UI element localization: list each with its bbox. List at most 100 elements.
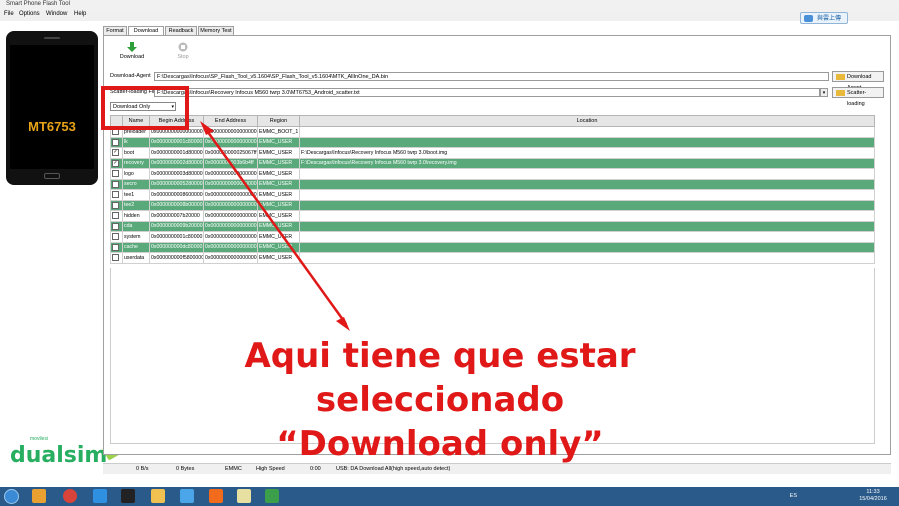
cloud-app-icon[interactable] bbox=[180, 489, 194, 503]
table-row[interactable]: ✓ boot 0x0000000001d80000 0x000000000025067… bbox=[110, 147, 875, 159]
row-checkbox-cell[interactable] bbox=[110, 241, 123, 253]
cell-end-address: 0x0000000000000000 bbox=[203, 199, 258, 211]
row-checkbox-cell[interactable]: ✓ bbox=[110, 157, 123, 169]
terminal-icon[interactable] bbox=[121, 489, 135, 503]
table-row[interactable]: cache 0x000000000dc80000 0x000000000000000… bbox=[110, 241, 875, 253]
cell-begin-address: 0x0000000001c80000 bbox=[149, 136, 204, 148]
cell-region: EMMC_USER bbox=[257, 199, 300, 211]
row-checkbox-cell[interactable] bbox=[110, 178, 123, 190]
table-row[interactable]: lk 0x0000000001c80000 0x0000000000000000 EM… bbox=[110, 136, 875, 148]
checkbox-icon[interactable] bbox=[112, 254, 119, 262]
cell-end-address: 0x0000000000000000 bbox=[203, 178, 258, 190]
row-checkbox-cell[interactable] bbox=[110, 199, 123, 211]
tab-format[interactable]: Format bbox=[103, 26, 127, 35]
cell-begin-address: 0x0000000008b00000 bbox=[149, 199, 204, 211]
language-indicator[interactable]: ES bbox=[790, 493, 797, 499]
checked-checkbox-icon[interactable]: ✓ bbox=[112, 159, 119, 167]
cell-name: recovery bbox=[122, 157, 150, 169]
menu-options[interactable]: Options bbox=[19, 11, 40, 17]
row-checkbox-cell[interactable] bbox=[110, 189, 123, 201]
checkbox-icon[interactable] bbox=[112, 222, 119, 230]
download-label: Download bbox=[119, 54, 145, 60]
menu-help[interactable]: Help bbox=[74, 11, 86, 17]
table-row[interactable]: userdata 0x000000000f5800000 0x00000000000… bbox=[110, 252, 875, 264]
annotation-text: Aqui tiene que estar seleccionado “Downl… bbox=[140, 334, 740, 466]
scatter-loading-button[interactable]: Scatter-loading bbox=[832, 87, 884, 107]
table-row[interactable]: logo 0x0000000003d80000 0x0000000000000000… bbox=[110, 168, 875, 180]
cell-location bbox=[299, 136, 875, 148]
cell-name: tee2 bbox=[122, 199, 150, 211]
stop-button[interactable]: Stop bbox=[168, 42, 198, 60]
tab-memory-test[interactable]: Memory Test bbox=[198, 26, 234, 35]
row-checkbox-cell[interactable] bbox=[110, 252, 123, 264]
cell-end-address: 0x0000000000000000 bbox=[203, 231, 258, 243]
checkbox-icon[interactable] bbox=[112, 212, 119, 220]
header-end-address: End Address bbox=[203, 115, 258, 127]
cell-region: EMMC_USER bbox=[257, 252, 300, 264]
row-checkbox-cell[interactable]: ✓ bbox=[110, 147, 123, 159]
row-checkbox-cell[interactable] bbox=[110, 220, 123, 232]
download-agent-button[interactable]: Download Agent bbox=[832, 71, 884, 91]
chrome-icon[interactable] bbox=[63, 489, 77, 503]
table-row[interactable]: tee1 0x0000000008600000 0x0000000000000000… bbox=[110, 189, 875, 201]
stop-label: Stop bbox=[177, 54, 189, 60]
menu-window[interactable]: Window bbox=[46, 11, 67, 17]
table-row[interactable]: tee2 0x0000000008b00000 0x0000000000000000… bbox=[110, 199, 875, 211]
cell-region: EMMC_USER bbox=[257, 168, 300, 180]
internet-explorer-icon[interactable] bbox=[93, 489, 107, 503]
checkbox-icon[interactable] bbox=[112, 201, 119, 209]
cloud-upload-button[interactable]: 與雲上傳 bbox=[800, 12, 848, 24]
device-phone-image: MT6753 bbox=[6, 31, 98, 185]
cell-name: tee1 bbox=[122, 189, 150, 201]
table-row[interactable]: preloader 0x0000000000000000 0x00000000000… bbox=[110, 126, 875, 138]
table-row[interactable]: system 0x0000000001c80000 0x00000000000000… bbox=[110, 231, 875, 243]
checkbox-icon[interactable] bbox=[112, 170, 119, 178]
cell-end-address: 0x0000000000000000 bbox=[203, 136, 258, 148]
header-region: Region bbox=[257, 115, 300, 127]
folder-icon bbox=[836, 74, 845, 80]
folder-icon bbox=[836, 90, 845, 96]
checkbox-icon[interactable] bbox=[112, 233, 119, 241]
status-bytes: 0 Bytes bbox=[176, 466, 195, 472]
cell-location bbox=[299, 241, 875, 253]
checkbox-icon[interactable] bbox=[112, 243, 119, 251]
notes-icon[interactable] bbox=[237, 489, 251, 503]
row-checkbox-cell[interactable] bbox=[110, 231, 123, 243]
scatter-dropdown-arrow-icon[interactable]: ▾ bbox=[820, 88, 828, 97]
checkbox-icon[interactable] bbox=[112, 180, 119, 188]
download-button[interactable]: Download bbox=[117, 42, 147, 60]
row-checkbox-cell[interactable] bbox=[110, 210, 123, 222]
window-title: Smart Phone Flash Tool bbox=[6, 1, 70, 7]
cell-end-address: 0x0000000000000000 bbox=[203, 168, 258, 180]
chip-label: MT6753 bbox=[28, 119, 76, 134]
clock[interactable]: 11:33 15/04/2016 bbox=[853, 489, 893, 503]
menu-file[interactable]: File bbox=[4, 11, 14, 17]
flash-tool-icon[interactable] bbox=[265, 489, 279, 503]
mi-icon[interactable] bbox=[209, 489, 223, 503]
checkbox-icon[interactable] bbox=[112, 191, 119, 199]
download-agent-field[interactable]: F:\Descargas\Infocus\SP_Flash_Tool_v5.16… bbox=[154, 72, 829, 81]
cell-name: cda bbox=[122, 220, 150, 232]
cell-begin-address: 0x0000000009b20000 bbox=[149, 220, 204, 232]
media-player-icon[interactable] bbox=[32, 489, 46, 503]
checkbox-icon[interactable] bbox=[112, 138, 119, 146]
status-speed: 0 B/s bbox=[136, 466, 149, 472]
cell-name: secro bbox=[122, 178, 150, 190]
start-button[interactable] bbox=[4, 489, 19, 504]
scatter-loading-button-label: Scatter-loading bbox=[847, 90, 867, 107]
folder-icon[interactable] bbox=[151, 489, 165, 503]
table-row[interactable]: ✓ recovery 0x0000000002d80000 0x0000000003b… bbox=[110, 157, 875, 169]
scatter-field[interactable]: F:\Descargas\Infocus\Recovery Infocus M5… bbox=[154, 88, 820, 97]
table-row[interactable]: secro 0x0000000005280000 0x000000000000000… bbox=[110, 178, 875, 190]
checked-checkbox-icon[interactable]: ✓ bbox=[112, 149, 119, 157]
table-row[interactable]: cda 0x0000000009b20000 0x0000000000000000 E… bbox=[110, 220, 875, 232]
status-bar: 0 B/s 0 Bytes EMMC High Speed 0:00 USB: … bbox=[103, 463, 891, 474]
table-row[interactable]: hidden 0x000000007b20000 0x000000000000000… bbox=[110, 210, 875, 222]
row-checkbox-cell[interactable] bbox=[110, 168, 123, 180]
tab-readback[interactable]: Readback bbox=[165, 26, 197, 35]
cell-location bbox=[299, 199, 875, 211]
watermark-small-text: movilesi bbox=[30, 436, 49, 442]
download-arrow-icon bbox=[127, 42, 137, 52]
row-checkbox-cell[interactable] bbox=[110, 136, 123, 148]
cell-location bbox=[299, 126, 875, 138]
